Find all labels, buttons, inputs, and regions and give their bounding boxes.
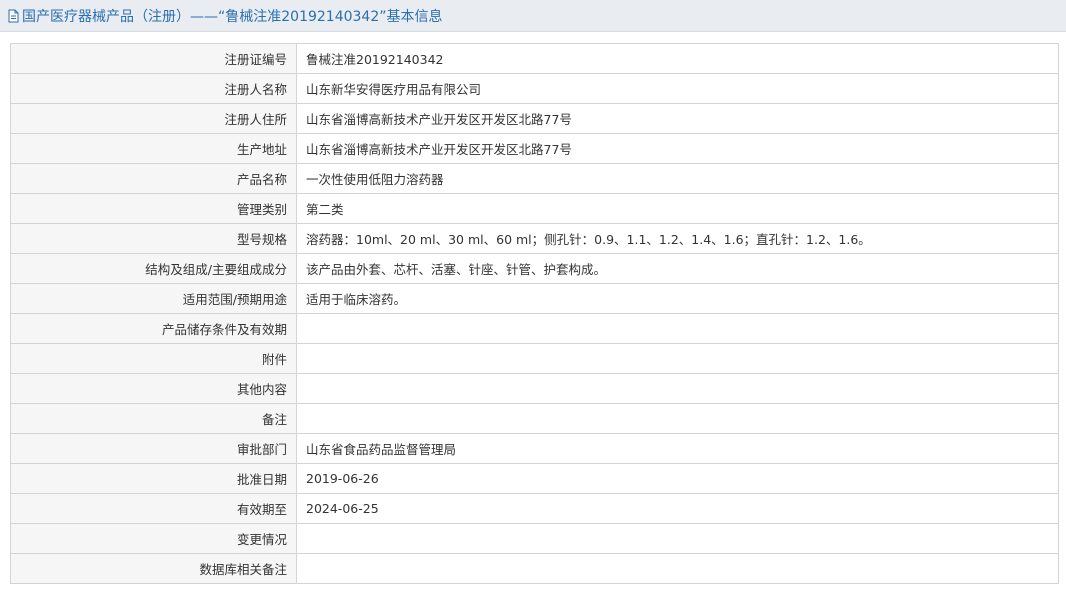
- field-label: 管理类别: [10, 193, 297, 224]
- table-row: 生产地址 山东省淄博高新技术产业开发区开发区北路77号: [10, 133, 1059, 164]
- field-value: [296, 313, 1059, 344]
- table-row: 产品储存条件及有效期: [10, 313, 1059, 344]
- field-label: 审批部门: [10, 433, 297, 464]
- table-row: 产品名称 一次性使用低阻力溶药器: [10, 163, 1059, 194]
- field-label: 注册人住所: [10, 103, 297, 134]
- field-value: 2024-06-25: [296, 493, 1059, 524]
- field-label: 注册证编号: [10, 43, 297, 74]
- field-label: 产品储存条件及有效期: [10, 313, 297, 344]
- field-label: 备注: [10, 403, 297, 434]
- table-row: 备注: [10, 403, 1059, 434]
- field-label: 结构及组成/主要组成成分: [10, 253, 297, 284]
- field-value: [296, 553, 1059, 584]
- field-value: 山东省淄博高新技术产业开发区开发区北路77号: [296, 133, 1059, 164]
- field-value: 鲁械注准20192140342: [296, 43, 1059, 74]
- field-label: 生产地址: [10, 133, 297, 164]
- field-label: 产品名称: [10, 163, 297, 194]
- field-label: 批准日期: [10, 463, 297, 494]
- field-value: 该产品由外套、芯杆、活塞、针座、针管、护套构成。: [296, 253, 1059, 284]
- table-row: 其他内容: [10, 373, 1059, 404]
- table-row: 变更情况: [10, 523, 1059, 554]
- field-value: [296, 403, 1059, 434]
- table-row: 注册证编号 鲁械注准20192140342: [10, 43, 1059, 74]
- page: 国产医疗器械产品（注册）——“鲁械注准20192140342”基本信息 注册证编…: [0, 0, 1066, 605]
- field-value: 山东新华安得医疗用品有限公司: [296, 73, 1059, 104]
- field-value: 溶药器：10ml、20 ml、30 ml、60 ml；侧孔针：0.9、1.1、1…: [296, 223, 1059, 254]
- table-row: 管理类别 第二类: [10, 193, 1059, 224]
- field-value: 山东省淄博高新技术产业开发区开发区北路77号: [296, 103, 1059, 134]
- table-row: 审批部门 山东省食品药品监督管理局: [10, 433, 1059, 464]
- table-row: 附件: [10, 343, 1059, 374]
- table-row: 批准日期 2019-06-26: [10, 463, 1059, 494]
- field-value: [296, 523, 1059, 554]
- field-value: 第二类: [296, 193, 1059, 224]
- page-title: 国产医疗器械产品（注册）——“鲁械注准20192140342”基本信息: [22, 8, 443, 25]
- field-label: 适用范围/预期用途: [10, 283, 297, 314]
- document-icon: [8, 9, 19, 23]
- table-row: 注册人名称 山东新华安得医疗用品有限公司: [10, 73, 1059, 104]
- table-row: 数据库相关备注: [10, 553, 1059, 584]
- field-label: 变更情况: [10, 523, 297, 554]
- field-value: 适用于临床溶药。: [296, 283, 1059, 314]
- field-label: 注册人名称: [10, 73, 297, 104]
- table-row: 适用范围/预期用途 适用于临床溶药。: [10, 283, 1059, 314]
- field-label: 附件: [10, 343, 297, 374]
- field-value: 一次性使用低阻力溶药器: [296, 163, 1059, 194]
- field-label: 其他内容: [10, 373, 297, 404]
- info-table-body: 注册证编号 鲁械注准20192140342 注册人名称 山东新华安得医疗用品有限公司注…: [10, 43, 1059, 584]
- info-table: 注册证编号 鲁械注准20192140342 注册人名称 山东新华安得医疗用品有限公司注…: [10, 43, 1059, 584]
- field-label: 有效期至: [10, 493, 297, 524]
- table-row: 注册人住所 山东省淄博高新技术产业开发区开发区北路77号: [10, 103, 1059, 134]
- field-label: 数据库相关备注: [10, 553, 297, 584]
- field-value: [296, 373, 1059, 404]
- table-row: 结构及组成/主要组成成分 该产品由外套、芯杆、活塞、针座、针管、护套构成。: [10, 253, 1059, 284]
- field-value: [296, 343, 1059, 374]
- table-row: 型号规格 溶药器：10ml、20 ml、30 ml、60 ml；侧孔针：0.9、1…: [10, 223, 1059, 254]
- title-bar: 国产医疗器械产品（注册）——“鲁械注准20192140342”基本信息: [0, 0, 1066, 32]
- field-value: 2019-06-26: [296, 463, 1059, 494]
- field-label: 型号规格: [10, 223, 297, 254]
- field-value: 山东省食品药品监督管理局: [296, 433, 1059, 464]
- table-row: 有效期至 2024-06-25: [10, 493, 1059, 524]
